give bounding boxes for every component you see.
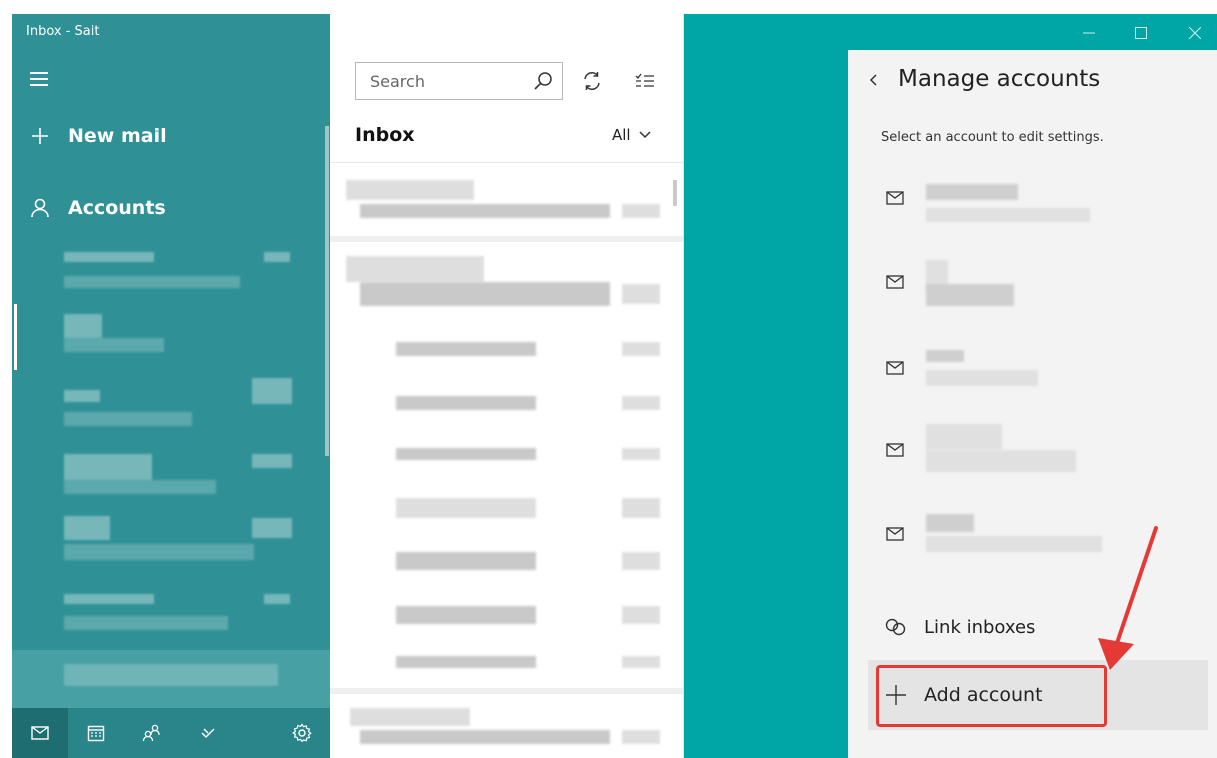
message-row[interactable] <box>330 438 683 478</box>
message-row[interactable] <box>330 490 683 530</box>
hamburger-menu-icon[interactable] <box>30 72 48 86</box>
search-input[interactable]: Search <box>356 72 524 91</box>
message-row[interactable] <box>330 252 683 312</box>
search-icon[interactable] <box>524 71 562 91</box>
mail-icon <box>886 442 904 461</box>
divider <box>330 688 683 694</box>
account-entry[interactable] <box>868 342 1208 414</box>
divider <box>330 162 683 163</box>
message-row[interactable] <box>330 598 683 638</box>
folder-title: Inbox <box>355 124 415 146</box>
people-icon[interactable] <box>124 708 180 758</box>
filter-label: All <box>612 126 631 144</box>
close-icon[interactable] <box>1172 18 1217 48</box>
panel-title: Manage accounts <box>898 66 1101 92</box>
navigation-pane: Inbox - Sait New mail Accounts <box>12 14 330 758</box>
panel-subtitle: Select an account to edit settings. <box>881 130 1104 145</box>
selection-mode-icon[interactable] <box>626 62 664 100</box>
search-box[interactable]: Search <box>355 62 563 100</box>
accounts-label: Accounts <box>68 197 166 219</box>
message-row[interactable] <box>330 330 683 370</box>
calendar-icon[interactable] <box>68 708 124 758</box>
account-entry[interactable] <box>868 256 1208 328</box>
plus-icon <box>12 127 68 145</box>
account-list-item[interactable] <box>12 650 330 708</box>
mail-icon <box>886 274 904 293</box>
list-scrollbar[interactable] <box>673 180 677 206</box>
accounts-button[interactable]: Accounts <box>12 186 330 230</box>
account-entry[interactable] <box>868 172 1208 244</box>
new-mail-button[interactable]: New mail <box>12 114 330 158</box>
highlight-box <box>876 665 1107 727</box>
message-list-pane: Search Inbox All <box>330 14 684 758</box>
link-inboxes-label: Link inboxes <box>924 616 1036 638</box>
link-icon <box>868 617 924 637</box>
message-row[interactable] <box>330 384 683 424</box>
window-title: Inbox - Sait <box>26 24 100 39</box>
message-row[interactable] <box>330 174 683 234</box>
new-mail-label: New mail <box>68 125 167 147</box>
message-row[interactable] <box>330 704 683 758</box>
divider <box>330 236 683 242</box>
nav-scrollbar[interactable] <box>325 126 329 456</box>
todo-icon[interactable] <box>180 708 236 758</box>
mail-icon <box>886 526 904 545</box>
filter-dropdown[interactable]: All <box>612 126 651 144</box>
mail-icon[interactable] <box>12 708 68 758</box>
message-row[interactable] <box>330 652 683 692</box>
settings-icon[interactable] <box>274 708 330 758</box>
account-entry[interactable] <box>868 424 1208 496</box>
annotation-arrow-icon <box>1080 520 1170 684</box>
chevron-down-icon <box>639 131 651 139</box>
selected-indicator <box>14 304 17 370</box>
sync-icon[interactable] <box>573 62 611 100</box>
mail-icon <box>886 190 904 209</box>
mail-icon <box>886 360 904 379</box>
maximize-icon[interactable] <box>1118 18 1164 48</box>
person-icon <box>12 198 68 218</box>
back-chevron-icon[interactable] <box>866 72 882 88</box>
nav-bottom-bar <box>12 708 330 758</box>
minimize-icon[interactable] <box>1066 18 1112 48</box>
message-row[interactable] <box>330 544 683 584</box>
